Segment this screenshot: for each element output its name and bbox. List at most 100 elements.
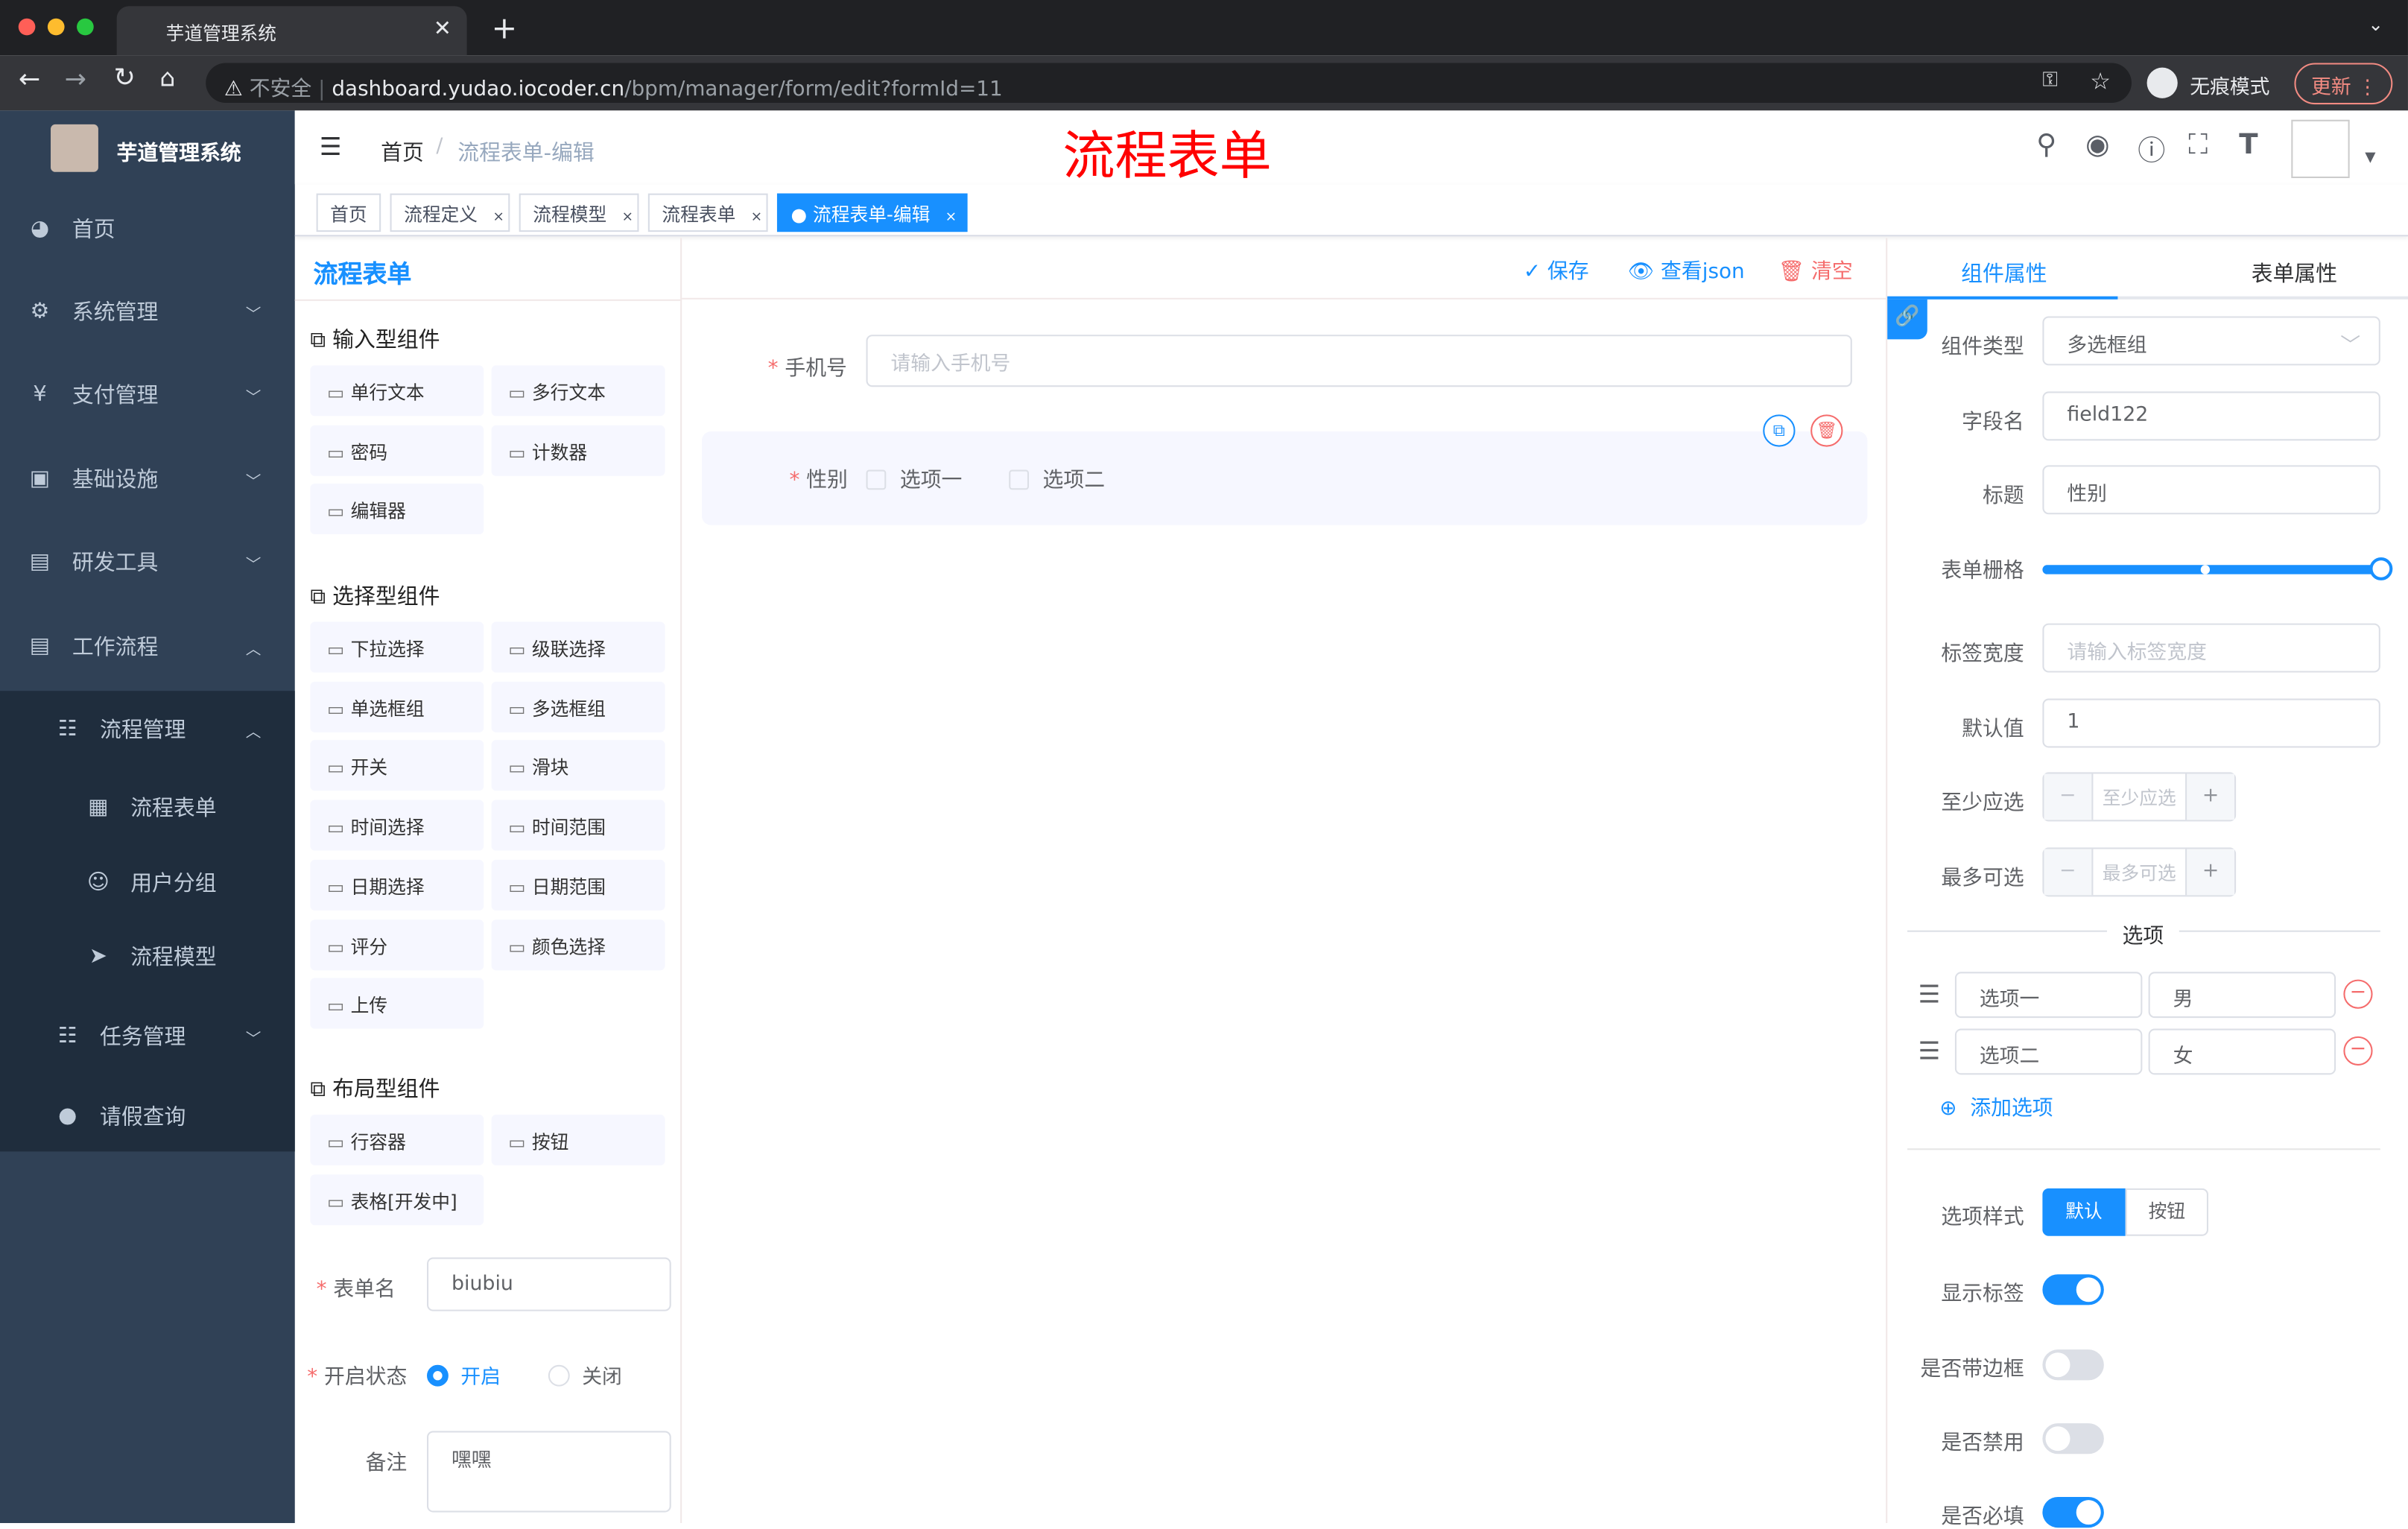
hamburger-icon[interactable]: ☰ (320, 132, 342, 161)
disabled-switch[interactable] (2042, 1423, 2104, 1454)
url-field[interactable]: ⚠ 不安全 | dashboard.yudao.iocoder.cn/bpm/m… (206, 63, 2132, 104)
component-item[interactable]: ▭ 滑块 (491, 740, 665, 791)
component-item[interactable]: ▭ 编辑器 (310, 484, 484, 535)
option-label-input[interactable]: 选项一 (1954, 972, 2143, 1019)
component-item[interactable]: ▭ 单选框组 (310, 681, 484, 732)
component-item[interactable]: ▭ 行容器 (310, 1114, 484, 1165)
close-tag-icon[interactable]: × (945, 210, 957, 226)
sidebar-item-7[interactable]: ▦ 流程表单 (0, 766, 295, 849)
show_label-switch[interactable] (2042, 1274, 2104, 1305)
tag-4[interactable]: ● 流程表单-编辑 × (776, 193, 968, 232)
option-checkbox-2[interactable]: 选项二 (1009, 462, 1105, 493)
close-tag-icon[interactable]: × (751, 210, 763, 226)
remove-option-icon[interactable]: − (2343, 1036, 2373, 1066)
tab-list-chevron-icon[interactable]: ⌄ (2368, 14, 2383, 36)
caret-down-icon[interactable]: ▼ (2365, 151, 2375, 166)
default-value-input[interactable]: 1 (2042, 698, 2380, 748)
component-item[interactable]: ▭ 密码 (310, 425, 484, 476)
sidebar-item-5[interactable]: ▤ 工作流程 ︿ (0, 605, 295, 688)
help-icon[interactable]: ⓘ (2138, 129, 2165, 169)
grid-slider-track[interactable] (2042, 565, 2380, 574)
component-item[interactable]: ▭ 评分 (310, 919, 484, 970)
component-item[interactable]: ▭ 时间范围 (491, 800, 665, 851)
user-avatar[interactable] (2291, 119, 2350, 179)
component-item[interactable]: ▭ 级联选择 (491, 621, 665, 673)
grid-slider-handle[interactable] (2369, 557, 2393, 580)
delete-icon[interactable]: 🗑 (1810, 414, 1843, 447)
fullscreen-icon[interactable]: ⛶ (2188, 129, 2208, 161)
component-item[interactable]: ▭ 多选框组 (491, 681, 665, 732)
font-size-icon[interactable]: T (2239, 129, 2258, 161)
component-item[interactable]: ▭ 按钮 (491, 1114, 665, 1165)
view-json-button[interactable]: 👁 查看json (1628, 253, 1745, 284)
star-icon[interactable]: ☆ (2090, 68, 2111, 95)
maximize-window-button[interactable] (77, 18, 94, 36)
close-tag-icon[interactable]: × (492, 210, 504, 226)
breadcrumb-home[interactable]: 首页 (381, 136, 424, 167)
sidebar-item-0[interactable]: ◕ 首页 (0, 187, 295, 270)
forward-button[interactable]: → (65, 65, 86, 95)
component-type-select[interactable]: 多选框组 ﹀ (2042, 316, 2380, 366)
status-on-radio[interactable]: 开启 (427, 1361, 501, 1390)
option-label-input[interactable]: 选项二 (1954, 1028, 2143, 1075)
drag-handle-icon[interactable]: ☰ (1918, 1036, 1940, 1066)
minus-button[interactable]: − (2044, 773, 2094, 820)
component-item[interactable]: ▭ 开关 (310, 740, 484, 791)
add-option-button[interactable]: ⊕ 添加选项 (1939, 1090, 2053, 1121)
sidebar-item-1[interactable]: ⚙ 系统管理 ﹀ (0, 270, 295, 353)
min-stepper[interactable]: − 至少应选 + (2042, 772, 2237, 822)
search-icon[interactable]: ⚲ (2036, 129, 2056, 161)
sidebar-item-2[interactable]: ¥ 支付管理 ﹀ (0, 353, 295, 436)
style-button-button[interactable]: 按钮 (2125, 1188, 2209, 1236)
back-button[interactable]: ← (19, 65, 40, 95)
close-tab-icon[interactable]: ✕ (434, 17, 452, 42)
style-default-button[interactable]: 默认 (2042, 1188, 2126, 1236)
sidebar-item-9[interactable]: ➤ 流程模型 (0, 915, 295, 998)
update-button[interactable]: 更新 ⋮ (2294, 63, 2393, 105)
tab-form-props[interactable]: 表单属性 (2252, 258, 2337, 288)
new-tab-button[interactable]: + (492, 9, 518, 45)
github-icon[interactable]: ◉ (2085, 129, 2109, 161)
sidebar-item-6[interactable]: ☷ 流程管理 ︿ (0, 688, 295, 770)
tag-1[interactable]: 流程定义 × (390, 193, 510, 232)
close-window-button[interactable] (18, 18, 36, 36)
remove-option-icon[interactable]: − (2343, 979, 2373, 1009)
plus-button[interactable]: + (2185, 849, 2235, 896)
component-item[interactable]: ▭ 下拉选择 (310, 621, 484, 673)
sidebar-item-8[interactable]: ☺ 用户分组 (0, 841, 295, 924)
component-item[interactable]: ▭ 日期选择 (310, 859, 484, 911)
home-button[interactable]: ⌂ (159, 63, 175, 92)
minimize-window-button[interactable] (47, 18, 65, 36)
component-item[interactable]: ▭ 表格[开发中] (310, 1174, 484, 1225)
reload-button[interactable]: ↻ (114, 63, 136, 93)
max-stepper[interactable]: − 最多可选 + (2042, 847, 2237, 897)
copy-icon[interactable]: ⧉ (1763, 414, 1796, 447)
save-button[interactable]: ✓ 保存 (1524, 253, 1589, 284)
tab-component-props[interactable]: 组件属性 (1961, 258, 2047, 288)
option-checkbox-1[interactable]: 选项一 (866, 462, 962, 493)
close-tag-icon[interactable]: × (621, 210, 633, 226)
minus-button[interactable]: − (2044, 849, 2094, 896)
title-input[interactable]: 性别 (2042, 465, 2380, 515)
option-value-input[interactable]: 女 (2148, 1028, 2336, 1075)
sidebar-item-3[interactable]: ▣ 基础设施 ﹀ (0, 437, 295, 520)
border-switch[interactable] (2042, 1349, 2104, 1381)
required-switch[interactable] (2042, 1496, 2104, 1528)
component-item[interactable]: ▭ 上传 (310, 978, 484, 1029)
sidebar-item-10[interactable]: ☷ 任务管理 ﹀ (0, 995, 295, 1077)
plus-button[interactable]: + (2185, 773, 2235, 820)
key-icon[interactable]: ⚿ (2042, 69, 2057, 92)
tag-3[interactable]: 流程表单 × (647, 193, 768, 232)
drag-handle-icon[interactable]: ☰ (1918, 980, 1940, 1009)
option-value-input[interactable]: 男 (2148, 972, 2336, 1019)
sidebar-item-4[interactable]: ▤ 研发工具 ﹀ (0, 521, 295, 604)
phone-input[interactable]: 请输入手机号 (866, 335, 1852, 387)
component-item[interactable]: ▭ 多行文本 (491, 365, 665, 417)
status-off-radio[interactable]: 关闭 (548, 1361, 622, 1390)
form-name-input[interactable]: biubiu (427, 1257, 671, 1311)
remark-textarea[interactable]: 嘿嘿 (427, 1431, 671, 1513)
component-item[interactable]: ▭ 颜色选择 (491, 919, 665, 970)
tag-0[interactable]: 首页 (316, 193, 381, 232)
component-item[interactable]: ▭ 日期范围 (491, 859, 665, 911)
sidebar-item-11[interactable]: ● 请假查询 (0, 1074, 295, 1157)
